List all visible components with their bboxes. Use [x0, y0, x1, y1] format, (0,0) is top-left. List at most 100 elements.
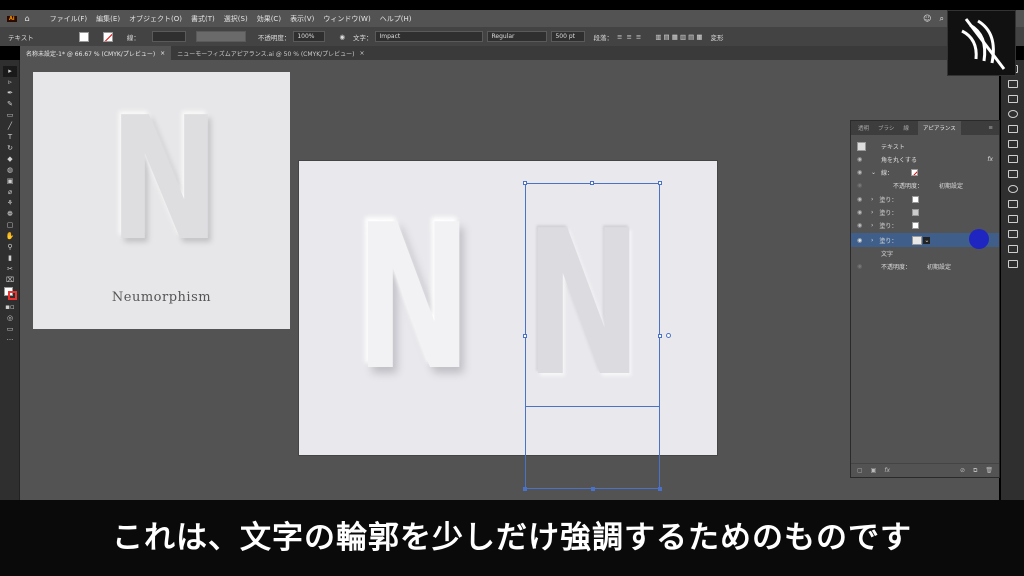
- swatch-dropdown-icon[interactable]: ⌄: [923, 236, 931, 244]
- char-opacity-label[interactable]: 不透明度：: [881, 262, 911, 271]
- stroke-row[interactable]: ◉ ⌄ 線：: [851, 166, 999, 179]
- close-icon[interactable]: ×: [160, 50, 165, 57]
- font-family-field[interactable]: Impact: [375, 31, 484, 42]
- handle-bm[interactable]: [591, 487, 595, 491]
- visibility-eye-icon[interactable]: ◉: [857, 156, 862, 163]
- fx-icon[interactable]: fx: [987, 156, 993, 163]
- hand-tool-icon[interactable]: ✋: [3, 231, 17, 242]
- character-icon[interactable]: [1007, 245, 1018, 253]
- user-icon[interactable]: ☺: [923, 14, 931, 23]
- recolor-icon[interactable]: ◉: [339, 33, 345, 41]
- expand-arrow-icon[interactable]: ›: [871, 237, 873, 244]
- handle-tr[interactable]: [658, 181, 662, 185]
- fill-swatch[interactable]: [912, 235, 923, 245]
- menu-window[interactable]: ウィンドウ(W): [323, 14, 370, 24]
- line-tool-icon[interactable]: ╱: [3, 121, 17, 132]
- visibility-eye-icon[interactable]: ◉: [857, 196, 862, 203]
- delete-item-icon[interactable]: 🗑: [985, 467, 993, 474]
- handle-br[interactable]: [658, 487, 662, 491]
- transparency-icon[interactable]: [1007, 185, 1018, 193]
- eyedropper-tool-icon[interactable]: ⌀: [3, 187, 17, 198]
- rectangle-tool-icon[interactable]: ▭: [3, 110, 17, 121]
- reference-artboard[interactable]: N Neumorphism: [33, 72, 290, 329]
- add-effect-icon[interactable]: fx: [884, 467, 890, 474]
- libraries-icon[interactable]: [1007, 95, 1018, 103]
- opacity-row[interactable]: ◉ 不透明度： 初期設定: [851, 179, 999, 192]
- tab-stroke[interactable]: 線: [903, 124, 909, 132]
- align-center-icon[interactable]: ≡: [626, 33, 631, 41]
- more-tools-icon[interactable]: ···: [3, 335, 17, 346]
- characters-row[interactable]: 文字: [851, 247, 999, 260]
- rotation-handle[interactable]: [666, 333, 671, 338]
- fill-swatch[interactable]: [78, 31, 89, 42]
- visibility-eye-icon[interactable]: ◉: [857, 263, 862, 270]
- swatches-icon[interactable]: [1007, 125, 1018, 133]
- align-icon[interactable]: [1007, 215, 1018, 223]
- rotate-tool-icon[interactable]: ↻: [3, 143, 17, 154]
- stroke-icon[interactable]: [1007, 155, 1018, 163]
- transform-label[interactable]: 変形: [711, 32, 724, 42]
- stroke-weight-field[interactable]: [151, 31, 186, 42]
- color-icon[interactable]: [1007, 110, 1018, 118]
- selection-bounding-box[interactable]: [525, 183, 660, 489]
- char-opacity-row[interactable]: ◉ 不透明度： 初期設定: [851, 260, 999, 273]
- stroke-none-swatch[interactable]: [911, 169, 919, 176]
- align-objects-icon[interactable]: ▥ ▤ ▦ ▥ ▤ ▦: [655, 33, 702, 41]
- slice-tool-icon[interactable]: ✂: [3, 264, 17, 275]
- eraser-tool-icon[interactable]: ◆: [3, 154, 17, 165]
- artboard-tool-icon[interactable]: ▢: [3, 220, 17, 231]
- font-size-field[interactable]: 500 pt: [551, 31, 586, 42]
- opacity-field[interactable]: 100%: [293, 31, 326, 42]
- fill-swatch[interactable]: [912, 196, 920, 203]
- type-tool-icon[interactable]: T: [3, 132, 17, 143]
- fill-row-2[interactable]: ◉ › 塗り：: [851, 206, 999, 219]
- selection-tool-icon[interactable]: ▸: [3, 66, 17, 77]
- visibility-eye-icon[interactable]: ◉: [857, 222, 862, 229]
- menu-file[interactable]: ファイル(F): [50, 14, 88, 24]
- expand-arrow-icon[interactable]: ›: [871, 196, 873, 203]
- appearance-icon[interactable]: [1007, 200, 1018, 208]
- menu-object[interactable]: オブジェクト(O): [129, 14, 182, 24]
- handle-tl[interactable]: [523, 181, 527, 185]
- menu-help[interactable]: ヘルプ(H): [380, 14, 412, 24]
- perspective-tool-icon[interactable]: ⌧: [3, 275, 17, 286]
- direct-selection-tool-icon[interactable]: ▹: [3, 77, 17, 88]
- layers-icon[interactable]: [1007, 80, 1018, 88]
- align-left-icon[interactable]: ≡: [617, 33, 622, 41]
- brush-field[interactable]: [195, 31, 246, 42]
- curvature-tool-icon[interactable]: ✎: [3, 99, 17, 110]
- gradient-icon[interactable]: [1007, 170, 1018, 178]
- effect-row[interactable]: ◉ 角を丸くする fx: [851, 153, 999, 166]
- fill-stroke-icon[interactable]: [3, 286, 17, 302]
- search-icon[interactable]: ⌕: [940, 14, 944, 24]
- pen-tool-icon[interactable]: ✒: [3, 88, 17, 99]
- blend-tool-icon[interactable]: ⚘: [3, 198, 17, 209]
- duplicate-item-icon[interactable]: ⧉: [973, 467, 977, 475]
- tab-document-1[interactable]: 名称未設定-1* @ 66.67 % (CMYK/プレビュー) ×: [20, 46, 172, 60]
- characters-label[interactable]: 文字: [881, 249, 893, 258]
- shape-builder-icon[interactable]: ◍: [3, 165, 17, 176]
- visibility-eye-icon[interactable]: ◉: [857, 237, 862, 244]
- pathfinder-icon[interactable]: [1007, 230, 1018, 238]
- clear-appearance-icon[interactable]: ⊘: [960, 467, 965, 474]
- handle-ml[interactable]: [523, 334, 527, 338]
- add-stroke-icon[interactable]: ▢: [857, 467, 863, 474]
- raised-letter[interactable]: N: [355, 183, 472, 415]
- menu-view[interactable]: 表示(V): [290, 14, 314, 24]
- handle-bl[interactable]: [523, 487, 527, 491]
- font-style-field[interactable]: Regular: [487, 31, 548, 42]
- expand-arrow-icon[interactable]: ›: [871, 209, 873, 216]
- menu-effect[interactable]: 効果(C): [257, 14, 281, 24]
- fill-swatch[interactable]: [912, 222, 920, 229]
- visibility-eye-icon[interactable]: ◉: [857, 182, 862, 189]
- menu-edit[interactable]: 編集(E): [96, 14, 120, 24]
- visibility-eye-icon[interactable]: ◉: [857, 209, 862, 216]
- menu-type[interactable]: 書式(T): [191, 14, 215, 24]
- screen-mode-icon[interactable]: ▭: [3, 324, 17, 335]
- handle-tm[interactable]: [590, 181, 594, 185]
- fill-row-1[interactable]: ◉ › 塗り：: [851, 193, 999, 206]
- expand-arrow-icon[interactable]: ›: [871, 222, 873, 229]
- add-fill-icon[interactable]: ▣: [871, 467, 877, 474]
- stroke-swatch[interactable]: [102, 31, 113, 42]
- menu-select[interactable]: 選択(S): [224, 14, 248, 24]
